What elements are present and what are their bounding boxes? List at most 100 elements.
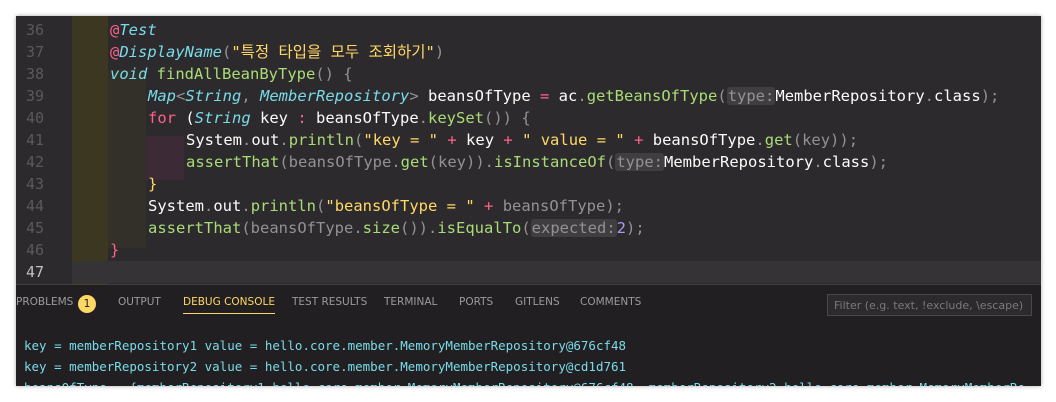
code-line[interactable]: assertThat(beansOfType.size()).isEqualTo… xyxy=(148,217,645,239)
code-line[interactable]: System.out.println("key = " + key + " va… xyxy=(186,129,858,151)
line-number: 40 xyxy=(25,109,44,127)
code-token: } xyxy=(148,175,158,193)
code-token: 2 xyxy=(616,219,627,237)
line-number: 44 xyxy=(25,197,44,215)
tab-test-results[interactable]: TEST RESULTS xyxy=(292,285,367,319)
code-token: ( xyxy=(354,131,364,149)
code-token: . xyxy=(755,131,765,149)
code-token: . xyxy=(924,87,935,105)
code-token: Test xyxy=(119,21,157,39)
code-token: keySet xyxy=(428,109,485,127)
code-token: key xyxy=(456,131,504,149)
code-line[interactable]: @DisplayName("특정 타입을 모두 조회하기") xyxy=(110,41,444,63)
code-token: "특정 타입을 모두 조회하기" xyxy=(231,43,435,61)
code-token: ( xyxy=(605,153,616,171)
code-token: @ xyxy=(110,43,120,61)
code-token: @ xyxy=(110,21,120,39)
tab-terminal[interactable]: TERMINAL xyxy=(384,285,437,319)
code-token: System xyxy=(186,131,242,149)
code-line[interactable]: for (String key : beansOfType.keySet()) … xyxy=(148,107,531,129)
line-number-gutter: 36 37 38 39 40 41 42 43 44 45 46 47 xyxy=(16,16,72,284)
code-line[interactable]: assertThat(beansOfType.get(key)).isInsta… xyxy=(186,151,888,173)
code-token: get xyxy=(764,131,793,149)
code-token: isEqualTo xyxy=(437,219,522,237)
code-token: + xyxy=(634,131,644,149)
code-token: for xyxy=(148,109,176,127)
code-token: Map xyxy=(148,87,176,105)
code-token: ac xyxy=(549,87,578,105)
code-token: println xyxy=(250,197,317,215)
line-number: 36 xyxy=(25,21,44,39)
code-token: get xyxy=(400,153,429,171)
code-line[interactable]: void findAllBeanByType() { xyxy=(110,63,353,85)
inlay-hint: expected: xyxy=(530,219,617,237)
tab-gitlens[interactable]: GITLENS xyxy=(515,285,560,319)
code-token: out xyxy=(251,131,280,149)
code-token: (beansOfType xyxy=(241,219,354,237)
tab-ports[interactable]: PORTS xyxy=(459,285,493,319)
code-line[interactable]: System.out.println("beansOfType = " + be… xyxy=(148,195,624,217)
code-token: ( xyxy=(316,197,326,215)
code-token: beansOfType xyxy=(643,131,756,149)
code-token: } xyxy=(110,241,120,259)
code-token: = xyxy=(540,87,550,105)
code-token: . xyxy=(391,153,401,171)
code-token: < xyxy=(176,87,186,105)
tab-output[interactable]: OUTPUT xyxy=(118,285,161,319)
debug-console-filter-input[interactable]: Filter (e.g. text, !exclude, \escape) xyxy=(827,294,1032,316)
code-token: ) xyxy=(434,43,445,61)
code-token: . xyxy=(204,197,214,215)
console-output-line: beansOfType = {memberRepository1=hello.c… xyxy=(24,377,1025,386)
code-token: size xyxy=(362,219,400,237)
code-token: . xyxy=(242,131,252,149)
code-token: (key)); xyxy=(792,131,859,149)
code-token: String xyxy=(185,87,242,105)
indent-guide-level1 xyxy=(72,16,108,284)
tab-problems[interactable]: PROBLEMS xyxy=(16,285,73,319)
code-token: beansOfType); xyxy=(493,197,625,215)
code-token: ( xyxy=(521,219,531,237)
code-line[interactable]: } xyxy=(110,239,119,261)
code-token: beansOfType xyxy=(306,109,419,127)
code-line[interactable]: } xyxy=(148,173,157,195)
code-line[interactable]: @Test xyxy=(110,19,157,41)
current-line-highlight xyxy=(72,261,1041,283)
line-number: 38 xyxy=(25,65,44,83)
code-token: beansOfType xyxy=(418,87,540,105)
code-token: (beansOfType xyxy=(279,153,392,171)
code-token: > xyxy=(409,87,419,105)
tab-comments[interactable]: COMMENTS xyxy=(580,285,641,319)
tab-debug-console[interactable]: DEBUG CONSOLE xyxy=(183,285,275,319)
code-token: . xyxy=(577,87,587,105)
line-number: 37 xyxy=(25,43,44,61)
code-editor[interactable]: 36 37 38 39 40 41 42 43 44 45 46 47 @Test @DisplayNa… xyxy=(16,16,1041,284)
code-token: : xyxy=(297,109,307,127)
panel-tab-bar: PROBLEMS 1 OUTPUT DEBUG CONSOLE TEST RES… xyxy=(16,285,1041,319)
code-token: System xyxy=(148,197,204,215)
ide-window: 36 37 38 39 40 41 42 43 44 45 46 47 @Test @DisplayNa… xyxy=(16,16,1041,386)
code-token: MemberRepository xyxy=(775,87,925,105)
code-token: void xyxy=(110,65,148,83)
code-token: ); xyxy=(626,219,645,237)
code-token: + xyxy=(484,197,494,215)
code-token: ()) xyxy=(399,219,428,237)
line-number: 47 xyxy=(25,263,44,281)
code-token: () { xyxy=(315,65,353,83)
code-token: DisplayName xyxy=(119,43,222,61)
code-token: ()) { xyxy=(484,109,531,127)
code-token: MemberRepository xyxy=(664,153,814,171)
code-line[interactable]: Map<String, MemberRepository> beansOfTyp… xyxy=(148,85,999,107)
code-token: MemberRepository xyxy=(260,87,410,105)
line-number: 46 xyxy=(25,241,44,259)
code-token: "key = " xyxy=(363,131,439,149)
code-token: ( xyxy=(222,43,232,61)
code-token: . xyxy=(279,131,289,149)
bottom-panel: PROBLEMS 1 OUTPUT DEBUG CONSOLE TEST RES… xyxy=(16,284,1041,386)
line-number: 41 xyxy=(25,131,44,149)
line-number: 43 xyxy=(25,175,44,193)
code-token: ); xyxy=(869,153,888,171)
